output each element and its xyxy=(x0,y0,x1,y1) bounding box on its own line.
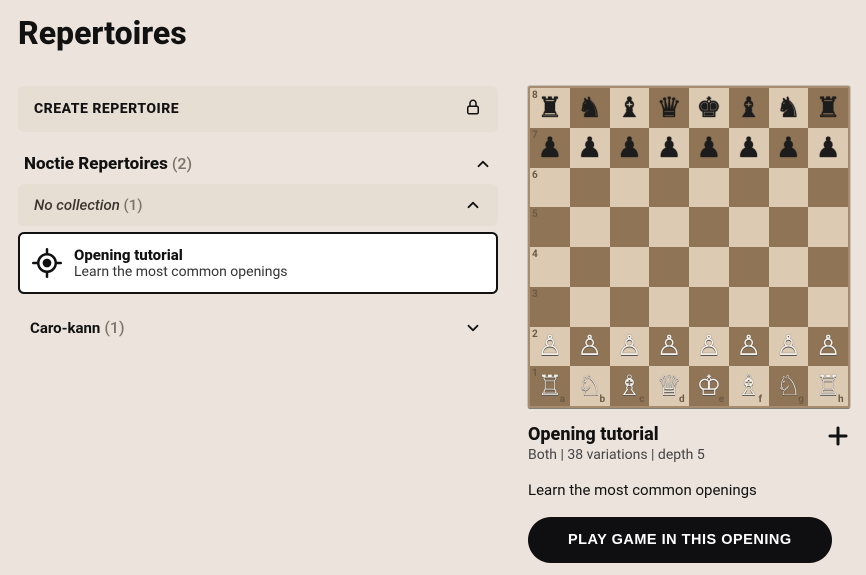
square xyxy=(649,168,689,208)
square: ♙ xyxy=(729,327,769,367)
square: ♙ xyxy=(808,327,848,367)
file-label: c xyxy=(639,394,644,405)
file-label: g xyxy=(798,394,804,405)
square xyxy=(808,287,848,327)
file-label: f xyxy=(759,394,763,405)
rank-label: 2 xyxy=(532,329,538,340)
rank-label: 5 xyxy=(532,209,538,220)
square: ♚ xyxy=(689,88,729,128)
square: ♙ xyxy=(610,327,650,367)
detail-meta: Both | 38 variations | depth 5 xyxy=(528,447,705,463)
card-title: Opening tutorial xyxy=(74,246,288,264)
square: ♟ xyxy=(570,128,610,168)
square: ♗ xyxy=(729,366,769,406)
repertoire-list: CREATE REPERTOIRE Noctie Repertoires (2)… xyxy=(18,86,498,343)
square: ♟ xyxy=(769,128,809,168)
square xyxy=(769,247,809,287)
file-label: e xyxy=(719,394,724,405)
rank-label: 4 xyxy=(532,249,538,260)
rank-label: 3 xyxy=(532,289,538,300)
rank-label: 1 xyxy=(532,368,538,379)
square xyxy=(570,247,610,287)
subsection-title: No collection xyxy=(34,196,120,214)
create-repertoire-button[interactable]: CREATE REPERTOIRE xyxy=(18,86,498,132)
square xyxy=(570,207,610,247)
square xyxy=(729,168,769,208)
repertoire-detail: ♜♞♝♛♚♝♞♜♟♟♟♟♟♟♟♟♙♙♙♙♙♙♙♙♖♘♗♕♔♗♘♖ 8765432… xyxy=(528,86,850,563)
section-title: Noctie Repertoires xyxy=(24,154,168,174)
square xyxy=(570,168,610,208)
lock-icon xyxy=(464,98,482,120)
square: ♝ xyxy=(729,88,769,128)
section-header[interactable]: Noctie Repertoires (2) xyxy=(18,154,498,184)
target-icon xyxy=(32,248,62,278)
square: ♙ xyxy=(689,327,729,367)
square: ♟ xyxy=(610,128,650,168)
file-label: a xyxy=(560,394,565,405)
square: ♝ xyxy=(610,88,650,128)
square xyxy=(729,247,769,287)
add-button[interactable] xyxy=(826,424,850,451)
chevron-up-icon xyxy=(464,196,482,214)
square xyxy=(808,168,848,208)
square xyxy=(610,207,650,247)
subsection-header[interactable]: No collection (1) xyxy=(18,184,498,226)
square xyxy=(689,287,729,327)
detail-title: Opening tutorial xyxy=(528,424,705,445)
square: ♟ xyxy=(689,128,729,168)
square: ♙ xyxy=(570,327,610,367)
square: ♞ xyxy=(769,88,809,128)
play-game-button[interactable]: PLAY GAME IN THIS OPENING xyxy=(528,517,832,563)
square xyxy=(689,168,729,208)
square xyxy=(610,247,650,287)
plus-icon xyxy=(826,436,850,451)
square xyxy=(808,247,848,287)
square xyxy=(808,207,848,247)
square xyxy=(769,168,809,208)
row-name: Caro-kann xyxy=(30,319,100,337)
square xyxy=(649,287,689,327)
chess-board: ♜♞♝♛♚♝♞♜♟♟♟♟♟♟♟♟♙♙♙♙♙♙♙♙♖♘♗♕♔♗♘♖ 8765432… xyxy=(528,86,850,408)
square: ♙ xyxy=(649,327,689,367)
square xyxy=(689,207,729,247)
square: ♟ xyxy=(649,128,689,168)
create-repertoire-label: CREATE REPERTOIRE xyxy=(34,101,179,117)
square xyxy=(610,287,650,327)
file-label: d xyxy=(679,394,685,405)
row-count: (1) xyxy=(104,318,124,337)
square: ♛ xyxy=(649,88,689,128)
square: ♙ xyxy=(769,327,809,367)
chevron-down-icon xyxy=(464,319,482,337)
chevron-up-icon xyxy=(474,155,492,173)
rank-label: 7 xyxy=(532,130,538,141)
square xyxy=(570,287,610,327)
card-subtitle: Learn the most common openings xyxy=(74,264,288,281)
square xyxy=(689,247,729,287)
repertoire-card-selected[interactable]: Opening tutorial Learn the most common o… xyxy=(18,232,498,294)
square: ♞ xyxy=(570,88,610,128)
subsection-count: (1) xyxy=(124,196,143,214)
square: ♟ xyxy=(729,128,769,168)
square xyxy=(610,168,650,208)
rank-label: 8 xyxy=(532,90,538,101)
square xyxy=(649,247,689,287)
square xyxy=(729,207,769,247)
repertoire-row-carokann[interactable]: Caro-kann (1) xyxy=(18,312,498,343)
square xyxy=(729,287,769,327)
square: ♟ xyxy=(808,128,848,168)
square: ♜ xyxy=(808,88,848,128)
detail-description: Learn the most common openings xyxy=(528,481,850,499)
file-label: b xyxy=(600,394,606,405)
square xyxy=(769,207,809,247)
square xyxy=(769,287,809,327)
file-label: h xyxy=(838,394,844,405)
square xyxy=(649,207,689,247)
rank-label: 6 xyxy=(532,170,538,181)
page-title: Repertoires xyxy=(18,14,848,52)
section-count: (2) xyxy=(172,154,192,173)
